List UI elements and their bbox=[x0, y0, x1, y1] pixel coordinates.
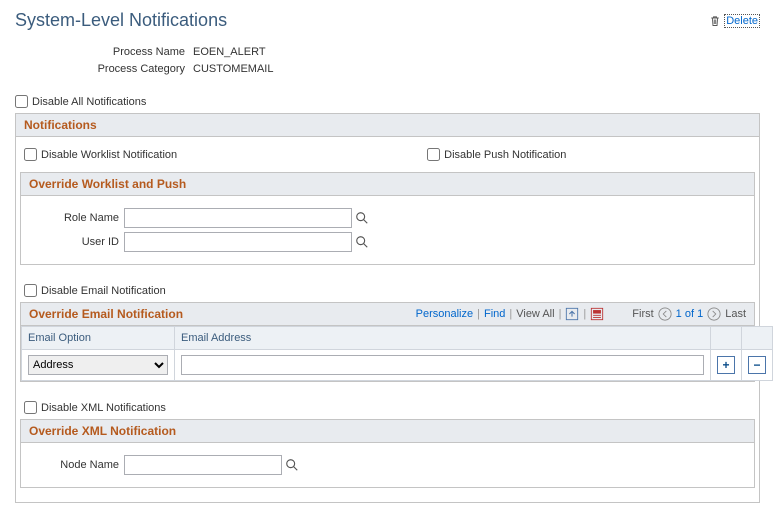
view-all-link[interactable]: View All bbox=[516, 308, 554, 320]
prev-icon[interactable] bbox=[658, 307, 672, 321]
email-option-select[interactable]: Address bbox=[28, 355, 168, 375]
page-title: System-Level Notifications bbox=[15, 10, 227, 31]
process-name-label: Process Name bbox=[15, 46, 193, 58]
next-icon[interactable] bbox=[707, 307, 721, 321]
record-counter: 1 of 1 bbox=[676, 308, 704, 320]
node-name-input[interactable] bbox=[124, 455, 282, 475]
disable-all-label: Disable All Notifications bbox=[32, 96, 146, 108]
user-id-label: User ID bbox=[29, 236, 124, 248]
lookup-icon[interactable] bbox=[355, 235, 369, 249]
node-name-label: Node Name bbox=[29, 459, 124, 471]
zoom-icon[interactable] bbox=[565, 307, 579, 321]
lookup-icon[interactable] bbox=[355, 211, 369, 225]
download-icon[interactable] bbox=[590, 307, 604, 321]
find-link[interactable]: Find bbox=[484, 308, 505, 320]
disable-xml-label: Disable XML Notifications bbox=[41, 402, 166, 414]
email-address-input[interactable] bbox=[181, 355, 704, 375]
personalize-link[interactable]: Personalize bbox=[416, 308, 473, 320]
col-email-option[interactable]: Email Option bbox=[22, 327, 175, 350]
disable-xml-checkbox[interactable] bbox=[24, 401, 37, 414]
add-row-button[interactable]: + bbox=[717, 356, 735, 374]
process-name-value: EOEN_ALERT bbox=[193, 46, 266, 58]
delete-button[interactable]: Delete bbox=[724, 14, 760, 28]
first-label[interactable]: First bbox=[632, 308, 653, 320]
process-category-label: Process Category bbox=[15, 63, 193, 75]
lookup-icon[interactable] bbox=[285, 458, 299, 472]
disable-worklist-checkbox[interactable] bbox=[24, 148, 37, 161]
override-email-header: Override Email Notification bbox=[29, 307, 183, 321]
user-id-input[interactable] bbox=[124, 232, 352, 252]
override-worklist-push-header: Override Worklist and Push bbox=[21, 173, 754, 196]
disable-push-checkbox[interactable] bbox=[427, 148, 440, 161]
process-category-value: CUSTOMEMAIL bbox=[193, 63, 273, 75]
disable-email-label: Disable Email Notification bbox=[41, 285, 166, 297]
notifications-group: Notifications Disable Worklist Notificat… bbox=[15, 113, 760, 503]
table-row: Address + − bbox=[22, 350, 773, 381]
role-name-input[interactable] bbox=[124, 208, 352, 228]
last-label[interactable]: Last bbox=[725, 308, 746, 320]
disable-all-checkbox[interactable] bbox=[15, 95, 28, 108]
role-name-label: Role Name bbox=[29, 212, 124, 224]
notifications-header: Notifications bbox=[16, 114, 759, 137]
trash-icon bbox=[709, 14, 721, 28]
disable-email-checkbox[interactable] bbox=[24, 284, 37, 297]
disable-worklist-label: Disable Worklist Notification bbox=[41, 149, 177, 161]
delete-row-button[interactable]: − bbox=[748, 356, 766, 374]
disable-push-label: Disable Push Notification bbox=[444, 149, 566, 161]
email-grid: Email Option Email Address Address bbox=[21, 326, 773, 381]
override-xml-header: Override XML Notification bbox=[21, 420, 754, 443]
col-email-address[interactable]: Email Address bbox=[175, 327, 711, 350]
